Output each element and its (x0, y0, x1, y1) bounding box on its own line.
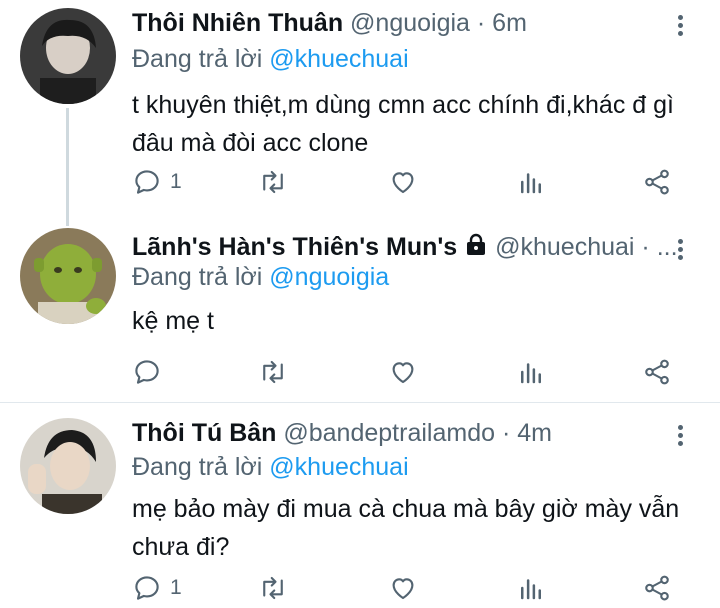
mention-link[interactable]: @nguoigia (269, 263, 389, 291)
tweet-text: kệ mẹ t (132, 307, 214, 335)
avatar[interactable] (20, 418, 116, 514)
avatar-image-2 (20, 228, 116, 324)
tweet-1[interactable]: Thôi Nhiên Thuân @nguoigia · 6m Đang trả… (0, 0, 720, 210)
like-icon (392, 578, 414, 600)
divider (0, 402, 720, 403)
avatar[interactable] (20, 8, 116, 104)
analytics-icon (521, 579, 541, 600)
like-button[interactable] (388, 568, 418, 608)
handle-time: @bandeptrailamdo · 4m (283, 419, 552, 447)
display-name[interactable]: Thôi Tú Bân (132, 419, 276, 447)
reply-icon (135, 360, 159, 384)
more-icon[interactable] (668, 236, 692, 266)
tweet-header: Lãnh's Hàn's Thiên's Mun's @khuechuai · … (132, 232, 678, 264)
like-icon (392, 172, 414, 194)
retweet-icon (263, 170, 283, 194)
reply-button[interactable] (132, 352, 162, 392)
retweet-icon (263, 360, 283, 384)
share-button[interactable] (642, 162, 672, 202)
share-button[interactable] (642, 568, 672, 608)
avatar-image-3 (20, 418, 116, 514)
mention-link[interactable]: @khuechuai (269, 453, 408, 481)
tweet-3[interactable]: Thôi Tú Bân @bandeptrailamdo · 4m Đang t… (0, 404, 720, 608)
reply-prefix: Đang trả lời (132, 45, 270, 73)
retweet-button[interactable] (258, 352, 288, 392)
display-name[interactable]: Thôi Nhiên Thuân (132, 9, 343, 37)
like-button[interactable] (388, 352, 418, 392)
mention-link[interactable]: @khuechuai (269, 45, 408, 73)
tweet-text: mẹ bảo mày đi mua cà chua mà bây giờ mày… (132, 495, 680, 561)
action-bar: 1 (132, 568, 692, 608)
replying-to: Đang trả lời @khuechuai (132, 452, 409, 482)
reply-button[interactable]: 1 (132, 162, 182, 202)
reply-icon (135, 170, 159, 194)
analytics-button[interactable] (516, 568, 546, 608)
share-button[interactable] (642, 352, 672, 392)
handle-time: @nguoigia · 6m (350, 9, 527, 37)
retweet-button[interactable] (258, 162, 288, 202)
analytics-icon (521, 363, 541, 384)
more-icon[interactable] (668, 422, 692, 452)
tweet-header: Thôi Nhiên Thuân @nguoigia · 6m (132, 8, 527, 38)
analytics-button[interactable] (516, 352, 546, 392)
tweet-header: Thôi Tú Bân @bandeptrailamdo · 4m (132, 418, 552, 448)
lock-icon (464, 233, 488, 264)
share-icon (645, 359, 669, 385)
reply-icon (135, 576, 159, 600)
analytics-button[interactable] (516, 162, 546, 202)
more-icon[interactable] (668, 12, 692, 42)
share-icon (645, 169, 669, 195)
reply-count: 1 (170, 576, 182, 599)
like-button[interactable] (388, 162, 418, 202)
display-name[interactable]: Lãnh's Hàn's Thiên's Mun's (132, 233, 457, 261)
retweet-icon (263, 576, 283, 600)
avatar-image-1 (20, 8, 116, 104)
reply-count: 1 (170, 170, 182, 193)
replying-to: Đang trả lời @nguoigia (132, 262, 389, 292)
reply-prefix: Đang trả lời (132, 263, 270, 291)
tweet-2[interactable]: Lãnh's Hàn's Thiên's Mun's @khuechuai · … (0, 218, 720, 398)
reply-button[interactable]: 1 (132, 568, 182, 608)
like-icon (392, 362, 414, 384)
retweet-button[interactable] (258, 568, 288, 608)
action-bar (132, 352, 692, 392)
tweet-text: t khuyên thiệt,m dùng cmn acc chính đi,k… (132, 91, 674, 157)
replying-to: Đang trả lời @khuechuai (132, 44, 409, 74)
share-icon (645, 575, 669, 601)
action-bar: 1 (132, 162, 692, 202)
handle-time: @khuechuai · ... (495, 233, 678, 261)
reply-prefix: Đang trả lời (132, 453, 270, 481)
analytics-icon (521, 173, 541, 194)
avatar[interactable] (20, 228, 116, 324)
